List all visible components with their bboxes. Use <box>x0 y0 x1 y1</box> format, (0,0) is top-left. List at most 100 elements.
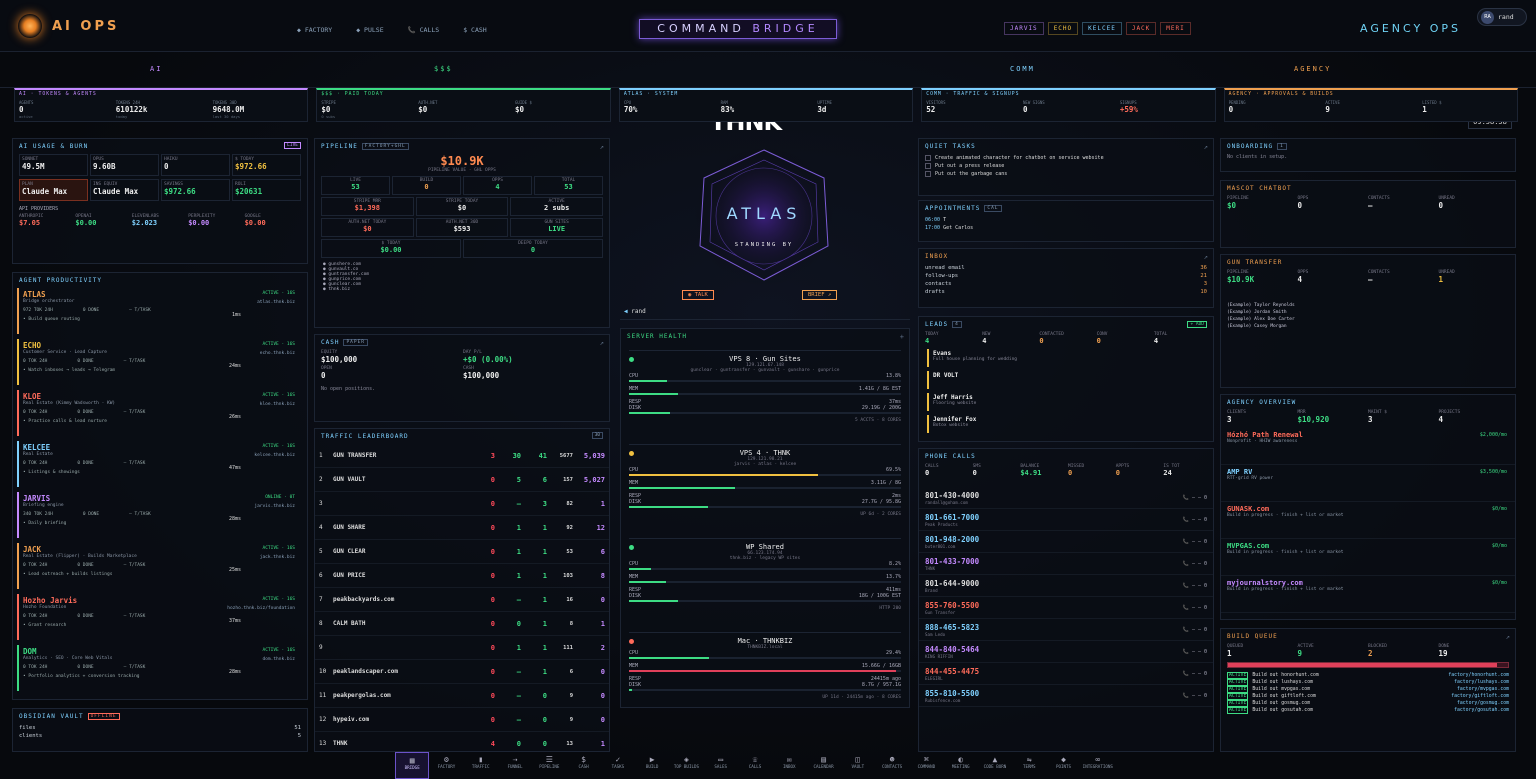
agent-card[interactable]: KELCEE ACTIVE · 16S kelcee.thnk.biz Real Es… <box>17 441 301 487</box>
dock-item-inbox[interactable]: ✉ INBOX <box>772 752 806 779</box>
expand-icon[interactable]: ↗ <box>1506 633 1510 641</box>
traffic-row[interactable]: 2 GUN VAULT 0 5 6 157 5,027 <box>315 468 609 492</box>
dock-item-build[interactable]: ▶ BUILD <box>635 752 669 779</box>
gun-transfer-contact[interactable]: (Example) Jordan Smith <box>1221 309 1515 316</box>
phone-line[interactable]: 801-644-9000 Brand 📞 — — 0 <box>919 575 1213 597</box>
phone-line[interactable]: 844-455-4475 ELEGIRL 📞 — — 0 <box>919 663 1213 685</box>
agent-card[interactable]: ATLAS ACTIVE · 16S atlas.thnk.biz Bridge or… <box>17 288 301 334</box>
dock-item-calls[interactable]: ☏ CALLS <box>738 752 772 779</box>
inbox-row[interactable]: drafts 10 <box>919 288 1213 296</box>
dock-item-factory[interactable]: ⚙ FACTORY <box>429 752 463 779</box>
traffic-row[interactable]: 9 0 1 1 111 2 <box>315 636 609 660</box>
dock-item-calendar[interactable]: ▤ CALENDAR <box>806 752 840 779</box>
brand[interactable]: AI OPS <box>18 14 119 38</box>
lead-item[interactable]: Evans Full house planning for wedding <box>927 349 1207 367</box>
traffic-row[interactable]: 8 CALM BATH 0 0 1 8 1 <box>315 612 609 636</box>
dock-item-pipeline[interactable]: ☰ PIPELINE <box>532 752 566 779</box>
agent-pill[interactable]: JARVIS <box>1004 22 1044 35</box>
phone-line[interactable]: 801-433-7000 THNK 📞 — — 0 <box>919 553 1213 575</box>
traffic-row[interactable]: 4 GUN SHARE 0 1 1 92 12 <box>315 516 609 540</box>
traffic-row[interactable]: 5 GUN CLEAR 0 1 1 53 6 <box>315 540 609 564</box>
dock-item-points[interactable]: ◆ POINTS <box>1046 752 1080 779</box>
top-nav-item[interactable]: ◆ FACTORY <box>292 23 337 37</box>
traffic-row[interactable]: 1 GUN TRANSFER 3 30 41 5677 5,039 <box>315 444 609 468</box>
dock-item-contacts[interactable]: ☻ CONTACTS <box>875 752 909 779</box>
agent-pill[interactable]: MERI <box>1160 22 1191 35</box>
expand-icon[interactable]: ↗ <box>1204 253 1208 261</box>
top-nav-item[interactable]: 📞 CALLS <box>403 23 445 37</box>
gun-transfer-contact[interactable]: (Example) Alex Doe Carter <box>1221 316 1515 323</box>
section-money[interactable]: $$$ <box>434 65 453 73</box>
dock-item-meeting[interactable]: ◐ MEETING <box>944 752 978 779</box>
lead-item[interactable]: Jeff Harris Flooring website <box>927 393 1207 411</box>
traffic-row[interactable]: 3 0 — 3 82 1 <box>315 492 609 516</box>
dock-item-traffic[interactable]: ▮ TRAFFIC <box>464 752 498 779</box>
quiet-task-item[interactable]: Put out a press release <box>919 162 1213 170</box>
agent-card[interactable]: DOM ACTIVE · 16S dom.thnk.biz Analytics · S… <box>17 645 301 691</box>
dock-item-integrations[interactable]: ∞ INTEGRATIONS <box>1081 752 1115 779</box>
phone-line[interactable]: 855-760-5500 Gun Transfer 📞 — — 0 <box>919 597 1213 619</box>
checkbox[interactable] <box>925 171 931 177</box>
inbox-row[interactable]: unread email 36 <box>919 264 1213 272</box>
phone-line[interactable]: 801-948-2000 buter801.com 📞 — — 0 <box>919 531 1213 553</box>
build-queue-item[interactable]: ACTIVE Build out gosutah.com factory/gosut… <box>1221 707 1515 714</box>
lead-item[interactable]: DR VOLT <box>927 371 1207 389</box>
gun-transfer-contact[interactable]: (Example) Taylor Reynolds <box>1221 302 1515 309</box>
phone-line[interactable]: 855-810-5500 Rubisfence.com 📞 — — 0 <box>919 685 1213 707</box>
quiet-task-item[interactable]: Create animated character for chatbot on… <box>919 154 1213 162</box>
expand-icon[interactable]: ↗ <box>1204 143 1208 151</box>
dock-item-funnel[interactable]: ⇢ FUNNEL <box>498 752 532 779</box>
agent-card[interactable]: JARVIS ONLINE · 0T jarvis.thnk.biz Briefing… <box>17 492 301 538</box>
agent-pill[interactable]: JACK <box>1125 22 1157 35</box>
agent-card[interactable]: KLOE ACTIVE · 16S kloe.thnk.biz Real Estate… <box>17 390 301 436</box>
phone-line[interactable]: 844-840-5464 KING RIFFIN 📞 — — 0 <box>919 641 1213 663</box>
traffic-row[interactable]: 7 peakbackyards.com 0 — 1 16 0 <box>315 588 609 612</box>
traffic-row[interactable]: 13 THNK 4 0 0 13 1 <box>315 732 609 751</box>
site-link[interactable]: ● thnk.biz <box>323 287 601 292</box>
section-comm[interactable]: COMM <box>1010 65 1035 73</box>
agent-card[interactable]: JACK ACTIVE · 16S jack.thnk.biz Real Estate… <box>17 543 301 589</box>
agency-project[interactable]: AMP RV $3,500/mo RTT-grid RV power <box>1221 465 1515 502</box>
inbox-row[interactable]: follow-ups 21 <box>919 272 1213 280</box>
dock-item-code-burn[interactable]: ▲ CODE BURN <box>978 752 1012 779</box>
brief-button[interactable]: BRIEF ↗ <box>802 290 838 300</box>
agent-pill[interactable]: ECHO <box>1047 22 1079 35</box>
quiet-task-item[interactable]: Put out the garbage cans <box>919 170 1213 178</box>
dock-item-tasks[interactable]: ✓ TASKS <box>601 752 635 779</box>
traffic-row[interactable]: 6 GUN PRICE 0 1 1 103 8 <box>315 564 609 588</box>
agency-project[interactable]: Hózhó Path Renewal $2,000/mo Nonprofit · H… <box>1221 428 1515 465</box>
build-queue-item[interactable]: ACTIVE Build out mvpgas.com factory/mvpgas… <box>1221 686 1515 693</box>
agent-pill[interactable]: KELCEE <box>1082 22 1122 35</box>
agency-project[interactable]: GUNASK.com $0/mo Build in progress · finis… <box>1221 502 1515 539</box>
expand-icon[interactable]: ↗ <box>600 339 604 347</box>
checkbox[interactable] <box>925 163 931 169</box>
inbox-row[interactable]: contacts 3 <box>919 280 1213 288</box>
agency-project[interactable]: myjournalstory.com $0/mo Build in progress… <box>1221 576 1515 613</box>
traffic-row[interactable]: 10 peaklandscaper.com 0 — 1 6 0 <box>315 660 609 684</box>
phone-line[interactable]: 801-661-7000 Peak Products 📞 — — 0 <box>919 509 1213 531</box>
phone-line[interactable]: 801-430-4000 randall@goham.com 📞 — — 0 <box>919 487 1213 509</box>
traffic-range-tag[interactable]: 30 <box>591 432 603 439</box>
dock-item-vault[interactable]: ◫ VAULT <box>841 752 875 779</box>
agent-card[interactable]: ECHO ACTIVE · 16S echo.thnk.biz Customer Se… <box>17 339 301 385</box>
add-icon[interactable]: + <box>900 333 904 341</box>
top-nav-item[interactable]: ◆ PULSE <box>351 23 388 37</box>
agency-project[interactable]: MVPGAS.com $0/mo Build in progress · finis… <box>1221 539 1515 576</box>
dock-item-cash[interactable]: $ CASH <box>566 752 600 779</box>
build-queue-item[interactable]: ACTIVE Build out giftloft.com factory/gift… <box>1221 693 1515 700</box>
dock-item-terms[interactable]: ⇋ TERMS <box>1012 752 1046 779</box>
section-agency[interactable]: AGENCY <box>1294 65 1331 73</box>
lead-item[interactable]: Jennifer Fox Botox website <box>927 415 1207 433</box>
dock-item-command[interactable]: ⌘ COMMAND <box>909 752 943 779</box>
top-nav-item[interactable]: $ CASH <box>458 23 491 37</box>
chat-input[interactable]: ◀ rand <box>620 308 910 320</box>
dock-item-sales[interactable]: ▭ SALES <box>704 752 738 779</box>
phone-line[interactable]: 888-465-5823 Sam Ledo 📞 — — 0 <box>919 619 1213 641</box>
add-lead-button[interactable]: + ADD <box>1187 321 1207 328</box>
section-ai[interactable]: AI <box>150 65 162 73</box>
expand-icon[interactable]: ↗ <box>600 143 604 151</box>
build-queue-item[interactable]: ACTIVE Build out honorhunt.com factory/hon… <box>1221 672 1515 679</box>
checkbox[interactable] <box>925 155 931 161</box>
agency-ops-title[interactable]: AGENCY OPS <box>1360 22 1461 35</box>
traffic-row[interactable]: 11 peakpergolas.com 0 — 0 9 0 <box>315 684 609 708</box>
